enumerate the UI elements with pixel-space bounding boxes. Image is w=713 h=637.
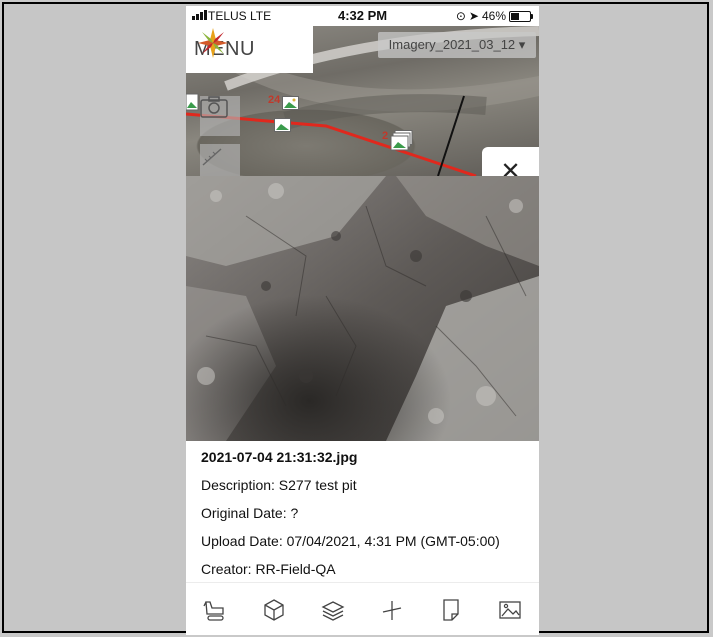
- photo-original-date: Original Date: ?: [201, 505, 299, 521]
- photo-filename: 2021-07-04 21:31:32.jpg: [201, 449, 358, 465]
- menu-button[interactable]: MENU: [186, 26, 313, 73]
- photo-marker-stack-icon[interactable]: [390, 130, 414, 152]
- ruler-icon: [202, 148, 222, 166]
- marker-count: 2: [382, 130, 389, 142]
- test-pit-photo: [186, 176, 539, 441]
- photo-marker-icon[interactable]: [282, 96, 300, 112]
- clock: 4:32 PM: [338, 8, 388, 23]
- layers-button[interactable]: [315, 592, 351, 628]
- phone-screen: TELUS LTE 4:32 PM ⊙ ➤ 46% MENU Imagery_2…: [186, 6, 539, 635]
- close-button[interactable]: ✕: [482, 147, 539, 176]
- camera-icon: [200, 96, 228, 118]
- bottom-toolbar: [186, 582, 539, 635]
- orientation-lock-icon: ⊙: [455, 9, 466, 23]
- photo-description: Description: S277 test pit: [201, 477, 357, 493]
- location-arrow-icon: ➤: [468, 9, 479, 23]
- excavation-tool-button[interactable]: [197, 592, 233, 628]
- notes-button[interactable]: [433, 592, 469, 628]
- measure-tool-button[interactable]: [200, 144, 240, 176]
- document-icon: [443, 598, 459, 621]
- battery-icon: [509, 10, 533, 22]
- map-view[interactable]: MENU Imagery_2021_03_12 ▾ 24 2 ✕: [186, 26, 539, 176]
- photo-image: [186, 176, 539, 441]
- carrier-label: TELUS LTE: [208, 9, 272, 23]
- image-icon: [498, 600, 521, 619]
- photo-creator: Creator: RR-Field-QA: [201, 561, 336, 577]
- layers-icon: [321, 600, 345, 621]
- cube-icon: [264, 598, 284, 621]
- measure-button[interactable]: [374, 592, 410, 628]
- status-right: ⊙ ➤ 46%: [455, 9, 533, 23]
- camera-button[interactable]: [200, 96, 240, 136]
- excavator-icon: [203, 600, 225, 621]
- imagery-selector[interactable]: Imagery_2021_03_12 ▾: [378, 32, 536, 58]
- marker-count: 24: [268, 94, 281, 106]
- battery-percent: 46%: [481, 9, 506, 23]
- photos-button[interactable]: [492, 592, 528, 628]
- 3d-view-button[interactable]: [256, 592, 292, 628]
- measure-icon: [382, 600, 402, 620]
- signal-icon: [192, 10, 207, 20]
- photo-upload-date: Upload Date: 07/04/2021, 4:31 PM (GMT-05…: [201, 533, 500, 549]
- photo-marker-icon[interactable]: [274, 118, 292, 134]
- photo-marker-icon[interactable]: [186, 92, 200, 114]
- photo-details: 2021-07-04 21:31:32.jpg Description: S27…: [201, 449, 531, 589]
- status-bar: TELUS LTE 4:32 PM ⊙ ➤ 46%: [186, 6, 539, 26]
- logo-compass-icon: [198, 28, 228, 58]
